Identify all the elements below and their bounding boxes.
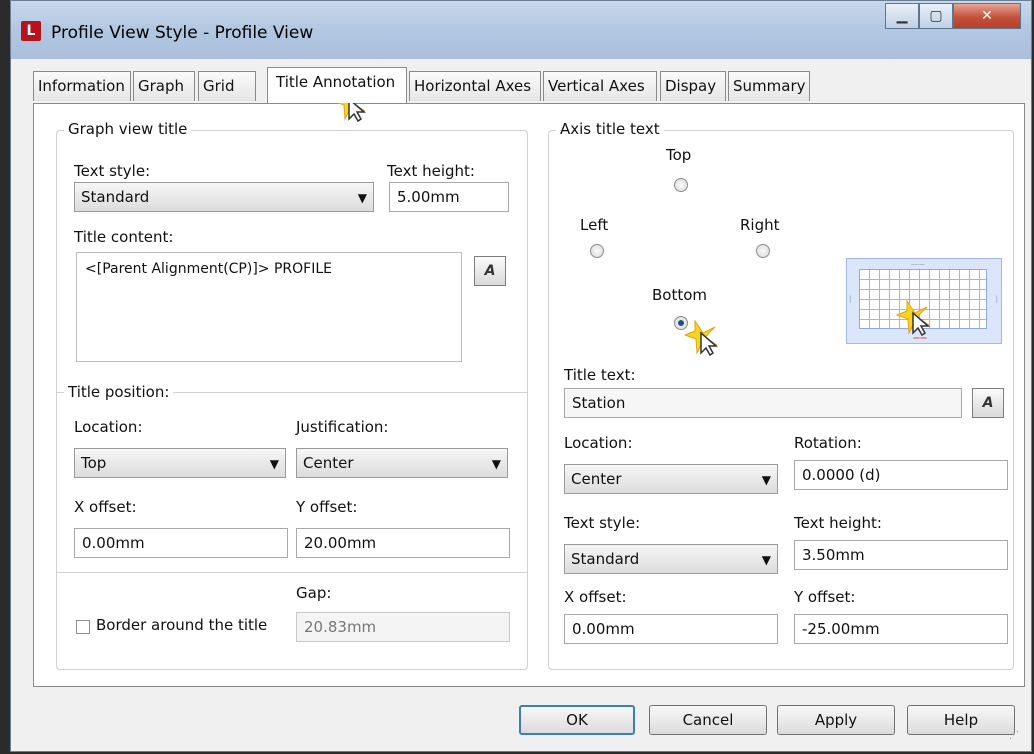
border-around-title-checkbox[interactable]: [76, 620, 90, 634]
x-offset-input[interactable]: 0.00mm: [74, 528, 288, 558]
maximize-button[interactable]: ▢: [919, 3, 953, 29]
tab-strip: Information Graph Grid Title Annotation …: [33, 67, 1023, 103]
axis-location-dropdown[interactable]: Center ▼: [564, 464, 778, 494]
title-position-legend: Title position:: [64, 383, 174, 401]
title-content-label: Title content:: [74, 228, 174, 246]
apply-button[interactable]: Apply: [777, 705, 895, 735]
title-bar[interactable]: L Profile View Style - Profile View ▁ ▢ …: [11, 1, 1031, 59]
position-right-label: Right: [740, 216, 780, 234]
axis-y-offset-input[interactable]: -25.00mm: [794, 614, 1008, 644]
chevron-down-icon: ▼: [269, 457, 279, 471]
text-style-label: Text style:: [74, 162, 151, 180]
text-height-input[interactable]: 5.00mm: [389, 182, 509, 212]
click-highlight-cursor-icon: [895, 299, 931, 337]
axis-text-height-input[interactable]: 3.50mm: [794, 540, 1008, 570]
tab-information[interactable]: Information: [33, 71, 131, 101]
dialog-client: Information Graph Grid Title Annotation …: [19, 59, 1025, 743]
text-editor-icon: A: [982, 395, 994, 411]
resize-grip-icon[interactable]: ⋰: [1009, 730, 1019, 741]
title-text-label: Title text:: [564, 366, 636, 384]
help-button[interactable]: Help: [907, 705, 1015, 735]
minimize-button[interactable]: ▁: [885, 3, 919, 29]
axis-text-style-label: Text style:: [564, 514, 641, 532]
tab-graph[interactable]: Graph: [133, 71, 195, 101]
y-offset-label: Y offset:: [296, 498, 358, 516]
axis-title-text-legend: Axis title text: [556, 120, 664, 138]
preview-left-axis-label: |: [849, 295, 852, 303]
gap-label: Gap:: [296, 584, 332, 602]
tab-vertical-axes[interactable]: Vertical Axes: [543, 71, 657, 101]
tab-title-annotation[interactable]: Title Annotation: [267, 67, 407, 103]
click-highlight-cursor-icon: [683, 319, 719, 357]
autocad-app-icon: L: [21, 21, 41, 41]
title-content-textarea[interactable]: <[Parent Alignment(CP)]> PROFILE: [76, 252, 462, 362]
text-height-label: Text height:: [387, 162, 475, 180]
window-title: Profile View Style - Profile View: [51, 23, 314, 43]
axis-x-offset-label: X offset:: [564, 588, 627, 606]
location-label: Location:: [74, 418, 143, 436]
tab-summary[interactable]: Summary: [728, 71, 810, 101]
ok-button[interactable]: OK: [519, 705, 635, 735]
graph-view-title-legend: Graph view title: [64, 120, 192, 138]
position-left-label: Left: [580, 216, 609, 234]
chevron-down-icon: ▼: [761, 553, 771, 567]
close-button[interactable]: ✕: [953, 3, 1021, 29]
axis-y-offset-label: Y offset:: [794, 588, 856, 606]
justification-label: Justification:: [296, 418, 389, 436]
title-annotation-panel: Graph view title Text style: Text height…: [33, 103, 1025, 687]
text-style-dropdown[interactable]: Standard ▼: [74, 182, 374, 212]
location-dropdown[interactable]: Top ▼: [74, 448, 286, 478]
tab-horizontal-axes[interactable]: Horizontal Axes: [409, 71, 541, 101]
location-value: Top: [81, 454, 107, 472]
rotation-label: Rotation:: [794, 434, 862, 452]
tab-display[interactable]: Dispay: [660, 71, 726, 101]
chevron-down-icon: ▼: [761, 473, 771, 487]
rotation-input[interactable]: 0.0000 (d): [794, 460, 1008, 490]
text-style-value: Standard: [81, 188, 150, 206]
justification-dropdown[interactable]: Center ▼: [296, 448, 508, 478]
text-editor-icon: A: [484, 263, 496, 279]
justification-value: Center: [303, 454, 354, 472]
position-top-radio[interactable]: [674, 178, 688, 192]
title-content-value: <[Parent Alignment(CP)]> PROFILE: [85, 261, 332, 277]
title-text-input[interactable]: Station: [564, 388, 962, 418]
tab-grid[interactable]: Grid: [198, 71, 256, 101]
position-right-radio[interactable]: [756, 244, 770, 258]
preview-top-axis-label: ——: [911, 260, 925, 268]
chevron-down-icon: ▼: [491, 457, 501, 471]
axis-x-offset-input[interactable]: 0.00mm: [564, 614, 778, 644]
y-offset-input[interactable]: 20.00mm: [296, 528, 510, 558]
axis-text-height-label: Text height:: [794, 514, 882, 532]
border-around-title-label: Border around the title: [96, 616, 268, 634]
edit-title-text-button[interactable]: A: [972, 388, 1004, 418]
axis-text-style-dropdown[interactable]: Standard ▼: [564, 544, 778, 574]
position-top-label: Top: [666, 146, 692, 164]
border-divider: [56, 572, 528, 573]
gap-input: 20.83mm: [296, 612, 510, 642]
edit-title-content-button[interactable]: A: [474, 256, 506, 286]
position-bottom-label: Bottom: [652, 286, 708, 304]
axis-text-style-value: Standard: [571, 550, 640, 568]
axis-location-value: Center: [571, 470, 622, 488]
position-left-radio[interactable]: [590, 244, 604, 258]
x-offset-label: X offset:: [74, 498, 137, 516]
preview-right-axis-label: |: [995, 295, 998, 303]
cancel-button[interactable]: Cancel: [649, 705, 767, 735]
chevron-down-icon: ▼: [357, 191, 367, 205]
profile-view-style-dialog: L Profile View Style - Profile View ▁ ▢ …: [10, 0, 1032, 752]
axis-location-label: Location:: [564, 434, 633, 452]
